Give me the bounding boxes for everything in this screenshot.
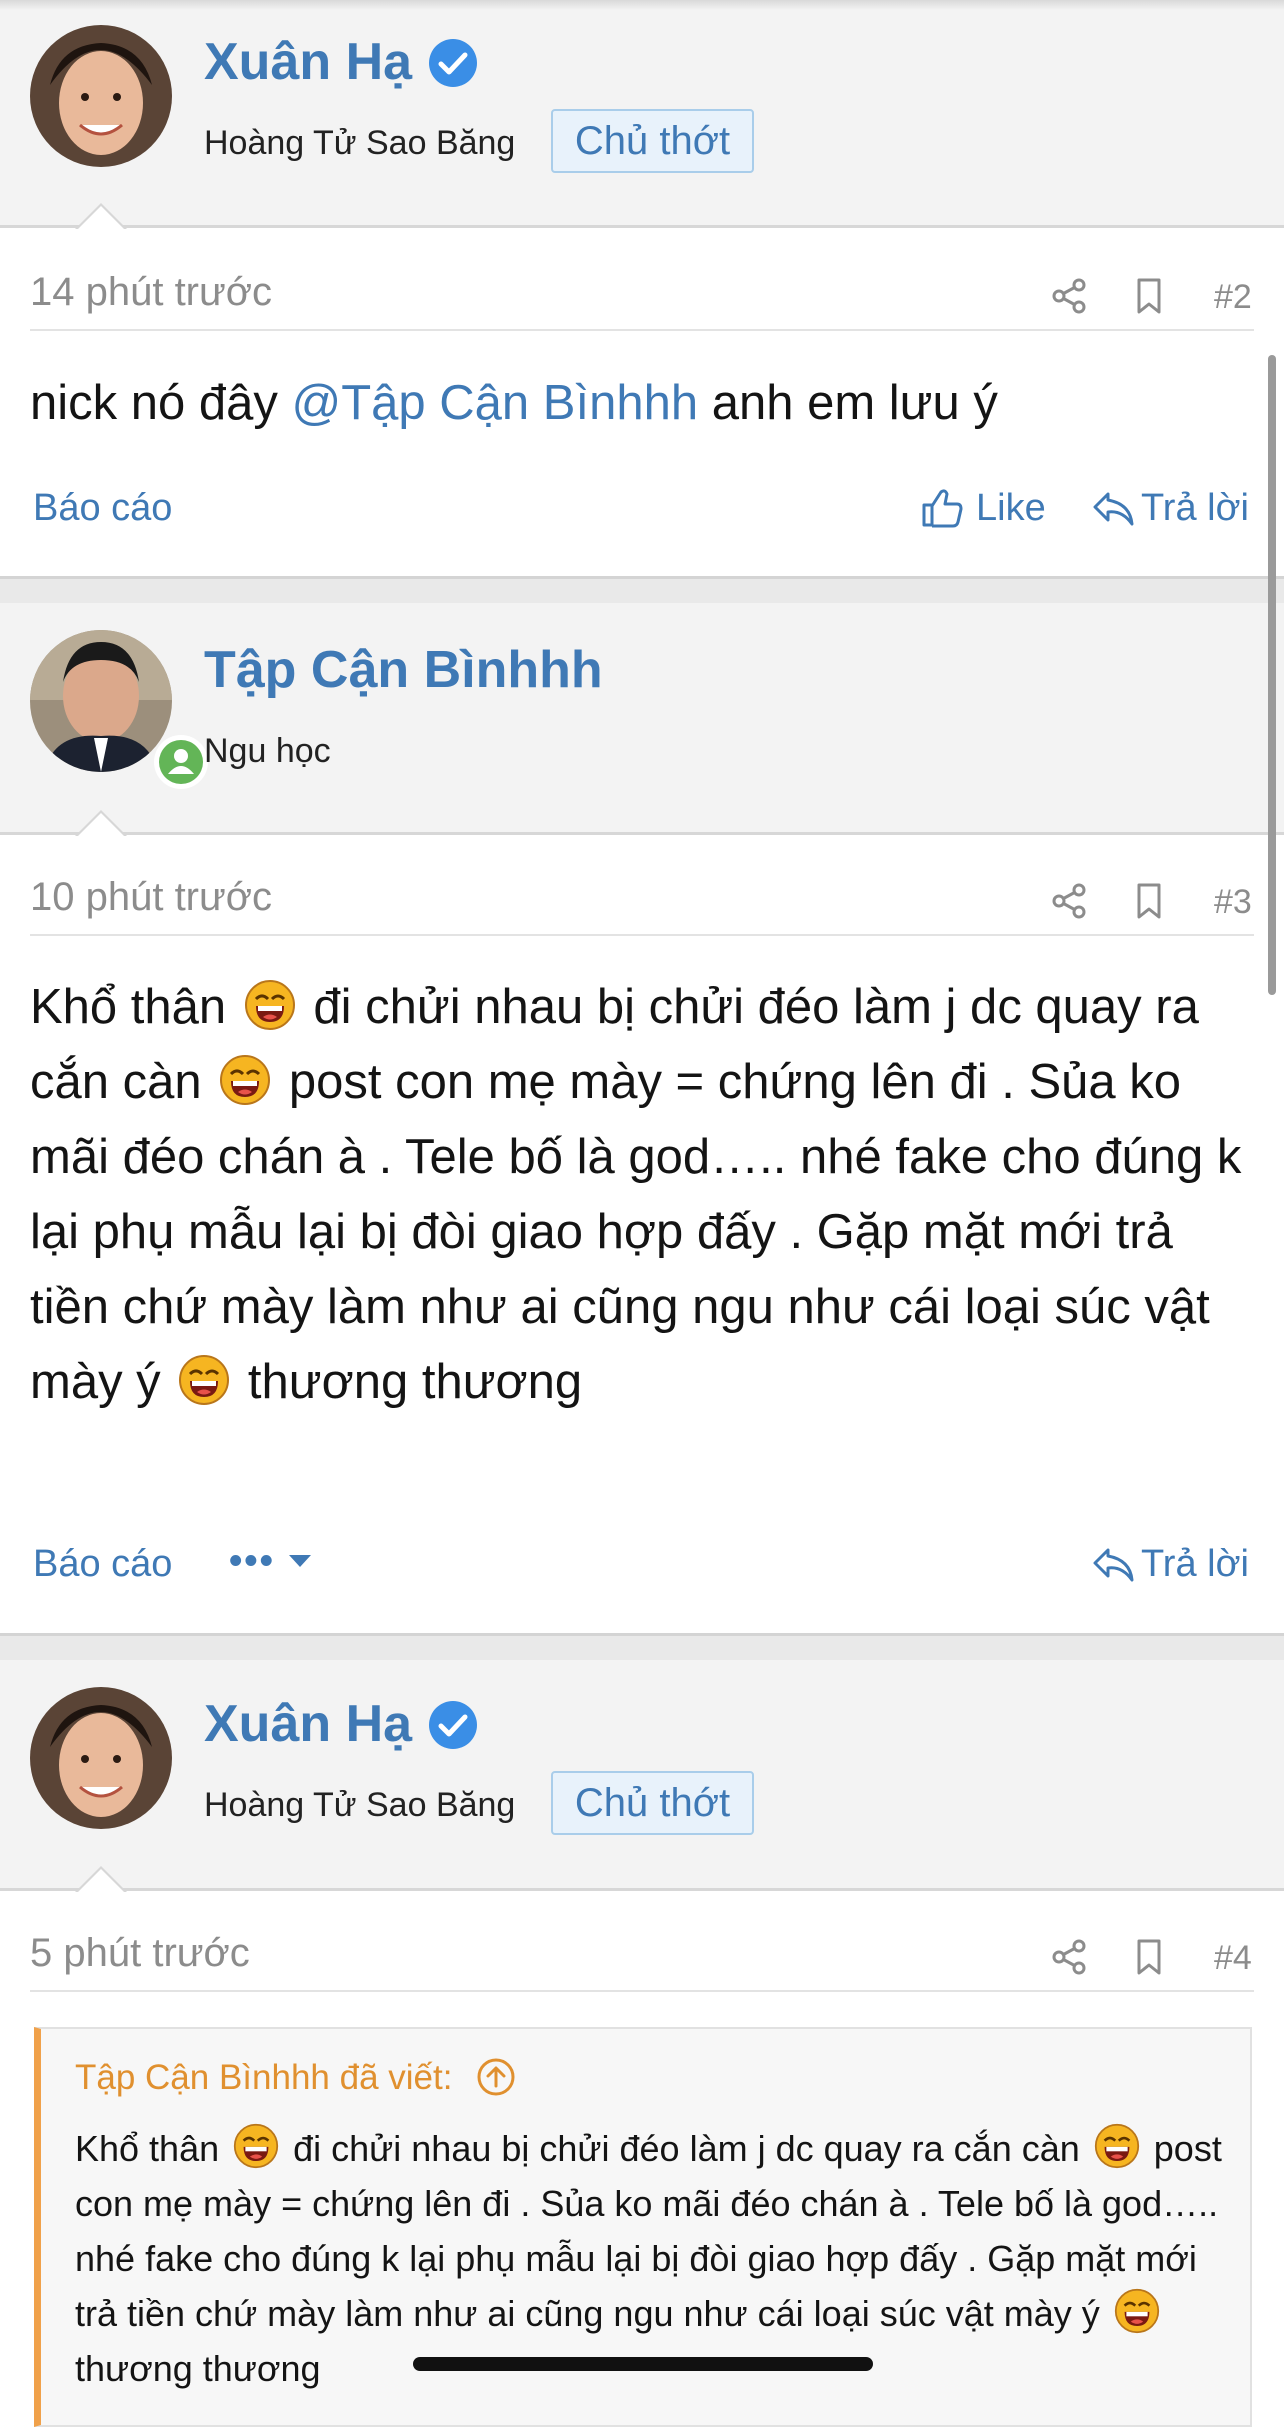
post-time[interactable]: 5 phút trước xyxy=(30,1931,250,1976)
reply-icon[interactable] xyxy=(1092,488,1136,528)
quote-body: Khổ thân đi chửi nhau bị chửi đéo làm j … xyxy=(75,2121,1225,2396)
laughing-emoji-icon xyxy=(244,979,296,1031)
notch-pointer xyxy=(75,1866,127,1892)
avatar[interactable] xyxy=(30,25,172,167)
like-icon[interactable] xyxy=(920,486,964,530)
more-options-button[interactable]: ••• xyxy=(229,1540,313,1583)
post-text: anh em lưu ý xyxy=(698,376,998,430)
report-link[interactable]: Báo cáo xyxy=(33,1543,172,1586)
author-name[interactable]: Xuân Hạ xyxy=(204,32,412,92)
quote-jump-icon[interactable] xyxy=(476,2057,516,2097)
reply-button[interactable]: Trả lời xyxy=(1141,1543,1249,1586)
like-button[interactable]: Like xyxy=(976,487,1046,530)
thread-starter-badge: Chủ thớt xyxy=(551,109,754,173)
post-time[interactable]: 10 phút trước xyxy=(30,875,272,920)
laughing-emoji-icon xyxy=(1094,2123,1140,2169)
avatar[interactable] xyxy=(30,630,172,772)
post-body: Khổ thân đi chửi nhau bị chửi đéo làm j … xyxy=(30,970,1260,1420)
home-indicator[interactable] xyxy=(413,2357,873,2371)
share-icon[interactable] xyxy=(1049,1937,1089,1977)
quote-header[interactable]: Tập Cận Bìnhhh đã viết: xyxy=(75,2057,516,2098)
user-title: Hoàng Tử Sao Băng xyxy=(204,124,516,162)
post-time[interactable]: 14 phút trước xyxy=(30,270,272,315)
quote-text: đi chửi nhau bị chửi đéo làm j dc quay r… xyxy=(283,2128,1090,2169)
top-shadow xyxy=(0,0,1284,10)
post-text: nick nó đây xyxy=(30,376,292,430)
meta-divider xyxy=(30,1990,1254,1992)
post-text: thương thương xyxy=(234,1355,583,1409)
bookmark-icon[interactable] xyxy=(1129,276,1169,316)
verified-check-icon xyxy=(427,37,479,89)
laughing-emoji-icon xyxy=(219,1054,271,1106)
report-link[interactable]: Báo cáo xyxy=(33,487,172,530)
quote-text: Khổ thân xyxy=(75,2128,230,2169)
share-icon[interactable] xyxy=(1049,881,1089,921)
user-mention-link[interactable]: @Tập Cận Bìnhhh xyxy=(292,376,699,430)
user-title: Hoàng Tử Sao Băng xyxy=(204,1786,516,1824)
reply-button[interactable]: Trả lời xyxy=(1141,487,1249,530)
avatar[interactable] xyxy=(30,1687,172,1829)
meta-divider xyxy=(30,934,1254,936)
notch-pointer xyxy=(75,810,127,836)
quote-text: thương thương xyxy=(75,2348,321,2389)
laughing-emoji-icon xyxy=(178,1354,230,1406)
bookmark-icon[interactable] xyxy=(1129,881,1169,921)
laughing-emoji-icon xyxy=(1114,2288,1160,2334)
user-title: Ngu học xyxy=(204,732,331,770)
reply-icon[interactable] xyxy=(1092,1544,1136,1584)
post-number[interactable]: #2 xyxy=(1214,278,1252,317)
post-body: nick nó đây @Tập Cận Bìnhhh anh em lưu ý xyxy=(30,366,1260,441)
quote-author: Tập Cận Bìnhhh đã viết: xyxy=(75,2058,453,2097)
post-separator xyxy=(0,1633,1284,1660)
more-options-label: ••• xyxy=(229,1540,275,1582)
meta-divider xyxy=(30,329,1254,331)
post-number[interactable]: #3 xyxy=(1214,883,1252,922)
laughing-emoji-icon xyxy=(233,2123,279,2169)
share-icon[interactable] xyxy=(1049,276,1089,316)
post-text: Khổ thân xyxy=(30,980,240,1034)
post-separator xyxy=(0,576,1284,603)
scrollbar[interactable] xyxy=(1268,355,1276,995)
post3-user-bar xyxy=(0,603,1284,835)
chevron-down-icon xyxy=(289,1555,312,1567)
bookmark-icon[interactable] xyxy=(1129,1937,1169,1977)
post-number[interactable]: #4 xyxy=(1214,1939,1252,1978)
thread-starter-badge: Chủ thớt xyxy=(551,1771,754,1835)
verified-check-icon xyxy=(427,1699,479,1751)
online-user-icon xyxy=(154,735,208,789)
author-name[interactable]: Tập Cận Bìnhhh xyxy=(204,640,603,700)
notch-pointer xyxy=(75,203,127,229)
author-name[interactable]: Xuân Hạ xyxy=(204,1694,412,1754)
